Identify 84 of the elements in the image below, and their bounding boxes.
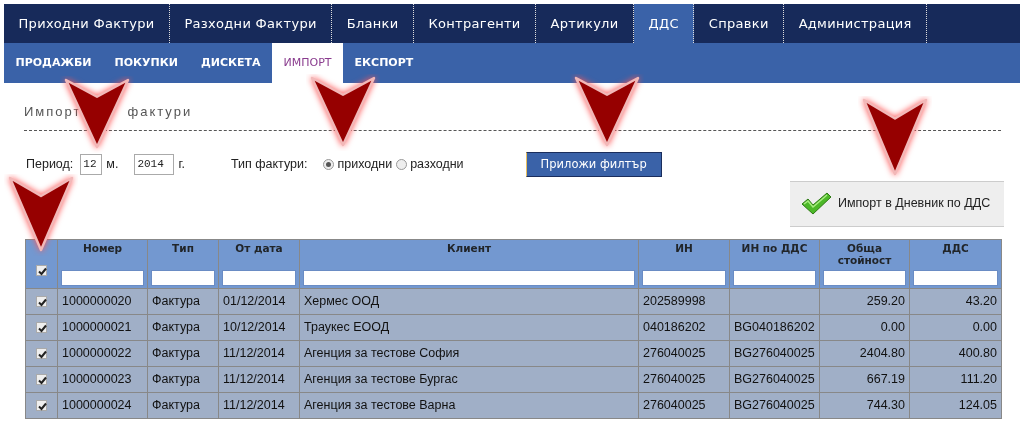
checkbox[interactable] <box>36 296 47 308</box>
subnav-tab[interactable]: ПОКУПКИ <box>103 43 190 83</box>
page-title: Импорт <box>24 103 82 121</box>
unit-label: г. <box>178 155 185 173</box>
import-button[interactable]: Импорт в Дневник по ДДС <box>790 180 1004 227</box>
subnav-tab[interactable]: ДИСКЕТА <box>189 43 273 83</box>
subnav-tab[interactable]: ИМПОРТ <box>272 43 344 83</box>
table-cell: 11/12/2014 <box>223 345 285 360</box>
column-header: Тип <box>172 241 194 254</box>
subnav-tab[interactable]: ЕКСПОРТ <box>343 43 425 83</box>
table-cell: 1000000023 <box>62 371 132 386</box>
radio-label: разходни <box>410 155 464 173</box>
month-field[interactable]: 12 <box>80 153 103 175</box>
column-header: ДДС <box>942 241 969 254</box>
field-label: Тип фактури: <box>230 155 308 173</box>
table-cell: Фактура <box>152 293 200 308</box>
table-cell: 10/12/2014 <box>223 319 286 334</box>
table-cell: 2404.80 <box>859 345 905 360</box>
table-cell: 0.00 <box>880 319 905 334</box>
table-cell: 667.19 <box>866 371 905 386</box>
page-title: фактури <box>127 103 193 121</box>
filter-field[interactable] <box>642 269 726 286</box>
table-cell: 040186202 <box>643 319 706 334</box>
filter-field[interactable] <box>733 269 816 286</box>
unit-label: м. <box>106 155 119 173</box>
checkbox[interactable] <box>36 265 47 276</box>
checkmark-icon <box>800 191 832 216</box>
checkbox[interactable] <box>36 322 47 334</box>
table-cell: 276040025 <box>643 345 706 360</box>
table-cell: Агенция за тестове София <box>304 345 460 360</box>
table-cell: Агенция за тестове Бургас <box>304 371 458 386</box>
table-cell: 11/12/2014 <box>223 371 285 386</box>
table-cell: 43.20 <box>965 293 997 308</box>
table-cell: BG276040025 <box>734 345 815 360</box>
table-cell: 259.20 <box>866 293 905 308</box>
table-cell: 0.00 <box>972 319 997 334</box>
annotation-arrow <box>310 76 376 147</box>
table-cell: Фактура <box>152 371 200 386</box>
radio-button[interactable] <box>396 158 408 170</box>
table-cell: 01/12/2014 <box>223 293 286 308</box>
table-cell: 124.05 <box>958 397 997 412</box>
table-cell: Агенция за тестове Варна <box>304 397 456 412</box>
table-cell: Хермес ООД <box>304 293 380 308</box>
table-cell: 202589998 <box>643 293 706 308</box>
field-label: Период: <box>26 155 74 173</box>
column-header: Обща стойност <box>837 241 892 266</box>
table-cell: 744.30 <box>866 397 905 412</box>
table-cell: Фактура <box>152 397 200 412</box>
table-cell: BG276040025 <box>734 371 815 386</box>
column-header: ИН <box>675 241 693 254</box>
table-cell: Фактура <box>152 345 200 360</box>
table-cell: Фактура <box>152 319 200 334</box>
table-cell: 1000000021 <box>62 319 132 334</box>
filter-field[interactable] <box>151 269 215 286</box>
radio-button[interactable] <box>323 158 335 170</box>
table-cell: 11/12/2014 <box>223 397 285 412</box>
subnav-tab[interactable]: ПРОДАЖБИ <box>4 43 103 83</box>
table-cell: 276040025 <box>643 397 706 412</box>
table-cell: 1000000020 <box>62 293 132 308</box>
column-header: От дата <box>235 241 283 254</box>
table-cell: 1000000024 <box>62 397 132 412</box>
checkbox[interactable] <box>36 348 47 360</box>
year-field[interactable]: 2014 <box>134 153 175 175</box>
table-cell: 400.80 <box>958 345 997 360</box>
table-cell: 1000000022 <box>62 345 132 360</box>
table-cell: Траукес ЕООД <box>304 319 390 334</box>
apply-filter-button[interactable]: Приложи филтър <box>525 151 662 177</box>
checkbox[interactable] <box>36 374 47 386</box>
table-cell: 276040025 <box>643 371 706 386</box>
table-cell: BG276040025 <box>734 397 815 412</box>
filter-field[interactable] <box>61 269 144 286</box>
column-header: ИН по ДДС <box>741 241 808 254</box>
nav-tab[interactable]: ДДС <box>634 4 695 43</box>
filter-field[interactable] <box>303 269 635 286</box>
column-header: Номер <box>82 241 123 254</box>
radio-label: приходни <box>337 155 393 173</box>
column-header: Клиент <box>446 241 492 254</box>
table-cell: 111.20 <box>960 371 997 386</box>
table-cell: BG040186202 <box>734 319 815 334</box>
filter-field[interactable] <box>222 269 296 286</box>
checkbox[interactable] <box>36 400 47 412</box>
annotation-arrow <box>574 76 640 147</box>
filter-field[interactable] <box>913 269 998 286</box>
filter-field[interactable] <box>823 269 906 286</box>
